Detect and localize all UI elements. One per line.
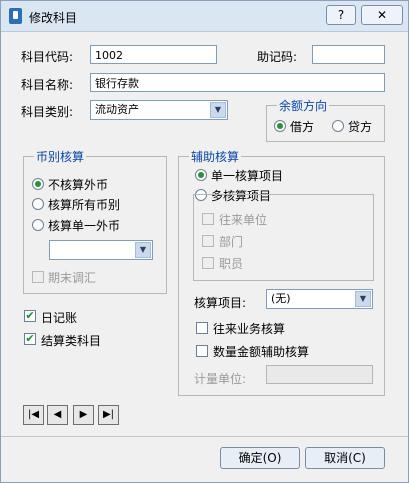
business-check-checkbox[interactable] <box>196 322 208 334</box>
settlement-checkbox[interactable]: ✔ <box>24 333 36 345</box>
quantity-check-label[interactable]: 数量金额辅助核算 <box>213 343 309 360</box>
debit-radio[interactable] <box>274 120 286 132</box>
auxiliary-group-title: 辅助核算 <box>189 148 242 165</box>
journal-checkbox[interactable]: ✔ <box>24 310 36 322</box>
single-currency-radio[interactable] <box>32 219 44 231</box>
app-icon <box>9 8 22 24</box>
accounting-item-label: 核算项目: <box>194 296 247 310</box>
unit-input[interactable] <box>266 365 373 384</box>
employee-checkbox[interactable] <box>202 257 214 269</box>
accounting-item-select[interactable]: (无) ▼ <box>266 289 373 309</box>
contact-unit-label: 往来单位 <box>219 213 268 227</box>
ok-button[interactable]: 确定(O) <box>220 447 300 469</box>
account-category-value: 流动资产 <box>95 103 139 116</box>
single-currency-label[interactable]: 核算单一外币 <box>48 217 120 234</box>
next-record-button[interactable]: ▶ <box>73 405 94 425</box>
no-foreign-currency-radio[interactable] <box>32 178 44 190</box>
footer-divider <box>1 436 408 437</box>
settlement-label[interactable]: 结算类科目 <box>41 332 101 349</box>
department-label: 部门 <box>219 235 244 249</box>
mnemonic-input[interactable] <box>312 45 385 64</box>
department-checkbox[interactable] <box>202 235 214 247</box>
cancel-button[interactable]: 取消(C) <box>305 447 385 469</box>
last-record-button[interactable]: ▶| <box>98 405 119 425</box>
chevron-down-icon[interactable]: ▼ <box>210 102 226 118</box>
close-button[interactable]: ✕ <box>361 5 403 25</box>
chevron-down-icon[interactable]: ▼ <box>135 242 151 258</box>
contact-unit-checkbox[interactable] <box>202 213 214 225</box>
period-adjust-checkbox[interactable] <box>32 271 44 283</box>
name-label: 科目名称: <box>21 78 74 92</box>
business-check-label[interactable]: 往来业务核算 <box>213 320 285 337</box>
account-name-input[interactable]: 银行存款 <box>90 73 385 92</box>
previous-record-button[interactable]: ◀ <box>47 405 68 425</box>
employee-label: 职员 <box>219 257 244 271</box>
account-category-select[interactable]: 流动资产 ▼ <box>90 100 228 120</box>
single-item-radio[interactable] <box>195 169 207 181</box>
single-item-label[interactable]: 单一核算项目 <box>211 167 283 184</box>
debit-label[interactable]: 借方 <box>290 118 314 135</box>
help-button[interactable]: ? <box>326 5 356 25</box>
no-foreign-currency-label[interactable]: 不核算外币 <box>48 176 108 193</box>
code-label: 科目代码: <box>21 50 74 64</box>
category-label: 科目类别: <box>21 105 74 119</box>
period-adjust-label: 期末调汇 <box>48 271 97 285</box>
all-currencies-radio[interactable] <box>32 198 44 210</box>
accounting-item-value: (无) <box>271 292 291 305</box>
chevron-down-icon[interactable]: ▼ <box>355 291 371 307</box>
mnemonic-label: 助记码: <box>257 50 298 64</box>
currency-group-title: 币别核算 <box>34 148 87 165</box>
all-currencies-label[interactable]: 核算所有币别 <box>48 196 120 213</box>
title-bar: 修改科目 ? ✕ <box>1 1 408 32</box>
balance-direction-title: 余额方向 <box>277 97 330 114</box>
journal-label[interactable]: 日记账 <box>41 309 77 326</box>
account-code-input[interactable]: 1002 <box>90 45 217 64</box>
dialog-title: 修改科目 <box>29 11 78 25</box>
edit-account-dialog: 修改科目 ? ✕ 科目代码: 1002 助记码: 科目名称: 银行存款 科目类别… <box>0 0 409 483</box>
unit-label: 计量单位: <box>194 372 247 386</box>
credit-label[interactable]: 贷方 <box>348 118 372 135</box>
first-record-button[interactable]: |◀ <box>23 405 44 425</box>
single-currency-select[interactable]: ▼ <box>49 240 153 260</box>
quantity-check-checkbox[interactable] <box>196 345 208 357</box>
credit-radio[interactable] <box>332 120 344 132</box>
